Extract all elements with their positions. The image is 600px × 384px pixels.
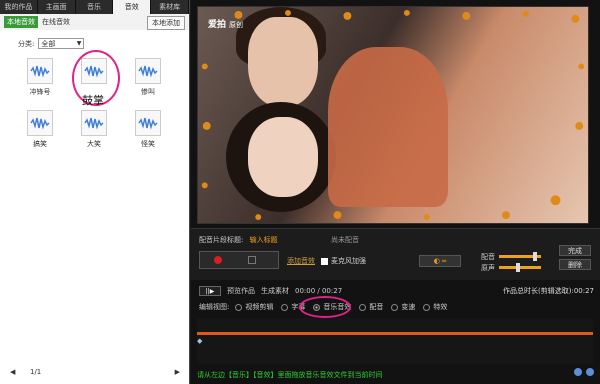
sub-tabs: 本地音效 在线音效 本地添加 — [0, 14, 189, 30]
dub-panel: 配音片段标题: 输入标题 尚未配音 添加音效 麦克风加强 ◐ ═ 配音 原声 完… — [191, 228, 600, 280]
record-controls — [199, 251, 279, 269]
slider-knob[interactable] — [533, 252, 538, 261]
effect-item[interactable]: 怪笑 — [128, 110, 168, 149]
tab-music[interactable]: 音乐 — [76, 0, 114, 14]
waveform-icon — [135, 58, 161, 84]
next-page-icon[interactable]: ▶ — [175, 368, 180, 376]
transport-bar: ||▶ 预览作品 生成素材 00:00 / 00:27 作品总时长(剪辑选取):… — [191, 284, 600, 298]
editor-panel: 爱拍 原创 配音片段标题: 输入标题 尚未配音 添加音效 麦克风加强 ◐ ═ 配音… — [191, 0, 600, 384]
preview-button[interactable]: 预览作品 — [227, 286, 255, 296]
radio-icon — [281, 303, 289, 311]
main-tabs: 我的作品 主画面 音乐 音效 素材库 — [0, 0, 189, 14]
local-add-button[interactable]: 本地添加 — [147, 16, 185, 30]
waveform-icon — [27, 58, 53, 84]
mode-speed[interactable]: 变速 — [391, 302, 415, 312]
mode-highlight-circle — [299, 296, 351, 318]
dub-title-row: 配音片段标题: 输入标题 — [199, 235, 278, 245]
total-duration: 作品总时长(剪辑选取):00:27 — [503, 287, 594, 295]
volume-label: 配音 — [481, 252, 495, 261]
mic-boost-checkbox[interactable]: 麦克风加强 — [321, 256, 366, 266]
category-label: 分类: — [18, 39, 35, 48]
mic-boost-label: 麦克风加强 — [331, 257, 366, 265]
person-sweater — [328, 47, 448, 207]
category-row: 分类: 全部 ▼ — [0, 30, 189, 49]
sub-tab-online-effects[interactable]: 在线音效 — [42, 17, 70, 27]
time-readout: 00:00 / 00:27 — [295, 287, 343, 295]
playhead-icon[interactable]: ◆ — [197, 337, 202, 345]
dub-title-input[interactable]: 输入标题 — [250, 236, 278, 244]
play-pause-button[interactable]: ||▶ — [199, 286, 221, 296]
page-indicator: 1/1 — [30, 368, 42, 376]
tab-main-screen[interactable]: 主画面 — [38, 0, 76, 14]
checkbox-icon — [321, 257, 328, 265]
voice-toggle[interactable]: ◐ ═ — [419, 255, 461, 267]
radio-icon — [391, 303, 399, 311]
effect-item[interactable]: 惨叫 — [128, 58, 168, 97]
sub-tab-local-effects[interactable]: 本地音效 — [4, 16, 38, 28]
original-label: 原声 — [481, 263, 495, 272]
effects-panel: 我的作品 主画面 音乐 音效 素材库 本地音效 在线音效 本地添加 分类: 全部… — [0, 0, 190, 384]
done-button[interactable]: 完成 — [559, 245, 591, 256]
effect-label: 大笑 — [87, 140, 101, 148]
highlight-label: 鼓掌 — [82, 94, 104, 107]
effect-label: 惨叫 — [141, 88, 155, 96]
timeline-track[interactable] — [197, 332, 593, 335]
dub-title-label: 配音片段标题: — [199, 236, 244, 244]
edit-view-label: 编辑视图: — [199, 303, 230, 311]
record-icon[interactable] — [214, 256, 222, 264]
add-effect-link[interactable]: 添加音效 — [287, 256, 315, 266]
effect-item[interactable]: 搞笑 — [20, 110, 60, 149]
generate-button[interactable]: 生成素材 — [261, 286, 289, 296]
effect-item[interactable]: 大笑 — [74, 110, 114, 149]
aipai-logo: 爱拍 原创 — [208, 20, 244, 30]
zoom-out-icon[interactable] — [574, 368, 582, 376]
dub-status: 尚未配音 — [331, 236, 359, 244]
person-face — [248, 117, 318, 197]
video-preview[interactable]: 爱拍 原创 — [197, 6, 589, 224]
chevron-down-icon: ▼ — [76, 40, 82, 47]
radio-icon — [423, 303, 431, 311]
stop-icon[interactable] — [248, 256, 256, 264]
effect-item[interactable]: 冲锋号 — [20, 58, 60, 97]
original-slider[interactable] — [499, 263, 541, 272]
radio-icon — [359, 303, 367, 311]
waveform-icon — [81, 110, 107, 136]
slider-knob[interactable] — [516, 263, 521, 272]
effect-label: 怪笑 — [141, 140, 155, 148]
prev-page-icon[interactable]: ◀ — [10, 368, 15, 376]
zoom-controls — [574, 368, 594, 376]
mode-video-clip[interactable]: 视频剪辑 — [235, 302, 273, 312]
mode-effects[interactable]: 特效 — [423, 302, 447, 312]
tab-sound-effects[interactable]: 音效 — [113, 0, 152, 14]
volume-sliders: 配音 原声 — [481, 251, 541, 273]
effect-label: 冲锋号 — [29, 88, 51, 96]
tab-my-works[interactable]: 我的作品 — [0, 0, 38, 14]
category-value: 全部 — [41, 40, 56, 48]
mode-dubbing[interactable]: 配音 — [359, 302, 383, 312]
category-select[interactable]: 全部 ▼ — [38, 38, 85, 49]
waveform-icon — [135, 110, 161, 136]
timeline[interactable]: ◆ — [197, 318, 593, 364]
tab-material-library[interactable]: 素材库 — [151, 0, 189, 14]
volume-slider[interactable] — [499, 252, 541, 261]
edit-view-modes: 编辑视图: 视频剪辑 字幕 音乐音效 配音 变速 特效 — [191, 300, 600, 314]
hint-text: 请从左边【音乐】【音效】里面拖放音乐音效文件到当前时间 — [197, 371, 383, 379]
person-face — [248, 17, 318, 107]
effect-label: 搞笑 — [33, 140, 47, 148]
delete-button[interactable]: 删除 — [559, 259, 591, 270]
zoom-in-icon[interactable] — [586, 368, 594, 376]
pager: ◀ 1/1 ▶ — [10, 368, 180, 376]
radio-icon — [235, 303, 243, 311]
waveform-icon — [27, 110, 53, 136]
